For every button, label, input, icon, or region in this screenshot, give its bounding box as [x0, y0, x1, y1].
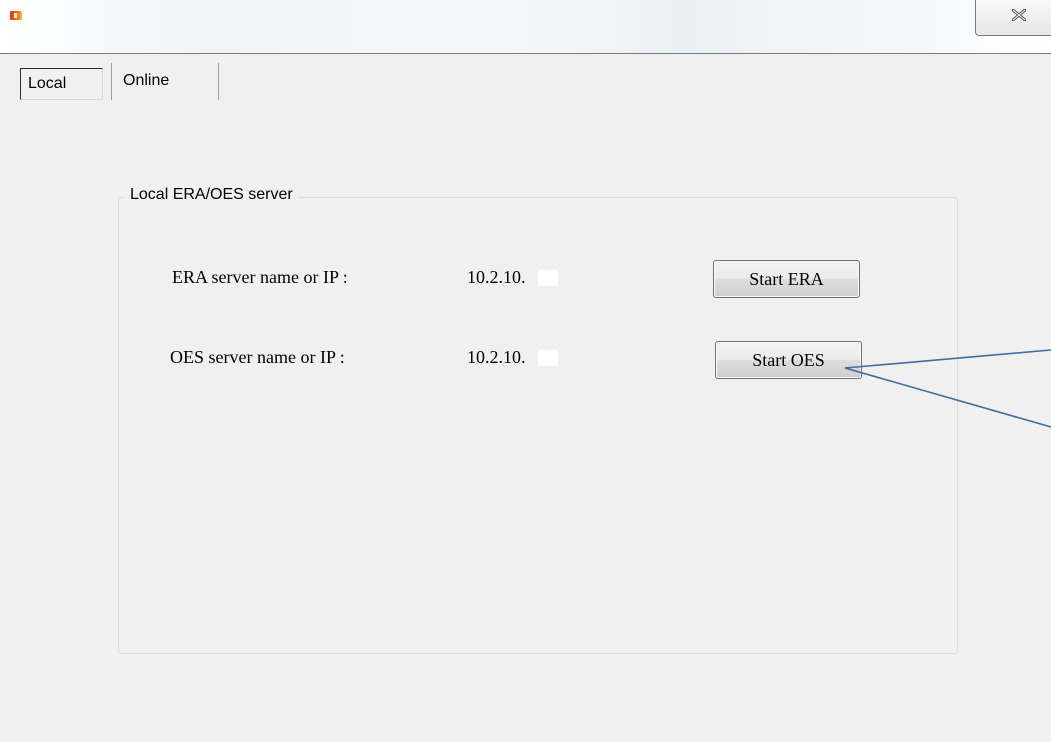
annotation-line-upper: [844, 349, 1051, 369]
annotation-line-lower: [844, 367, 1051, 428]
annotation-lines: [844, 349, 1051, 428]
